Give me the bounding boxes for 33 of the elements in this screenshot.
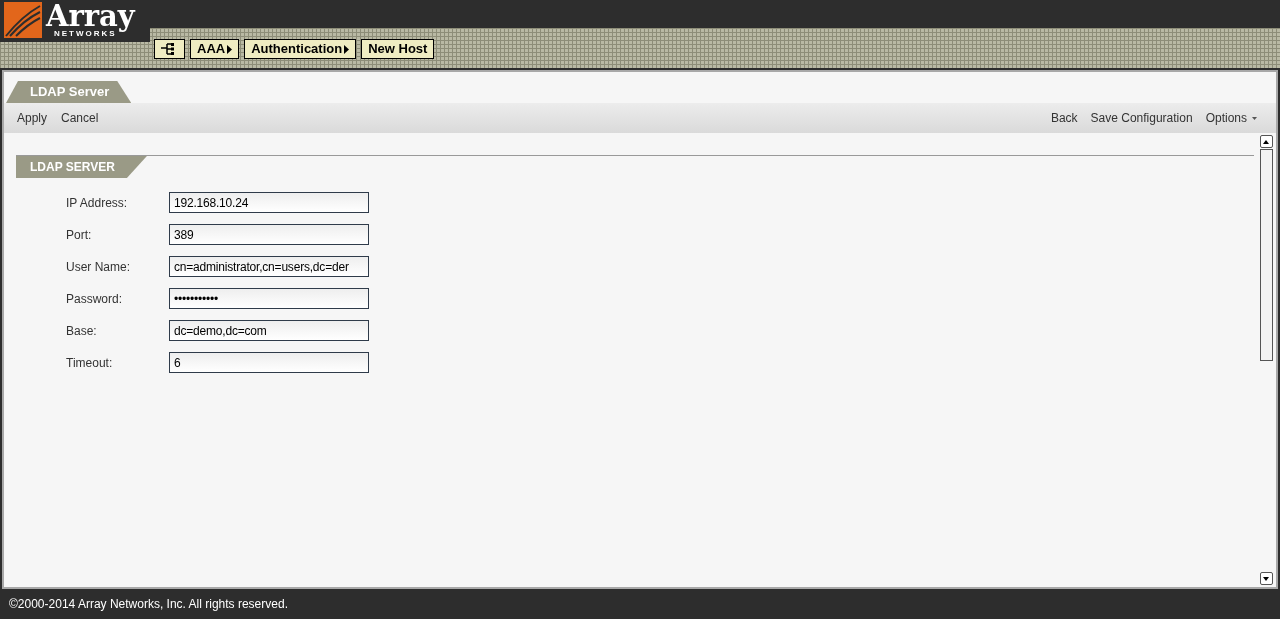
- caret-icon: [1252, 116, 1257, 120]
- field-label: User Name:: [66, 258, 131, 276]
- arrow-icon: [344, 44, 350, 54]
- section-header: LDAP SERVER: [16, 156, 147, 178]
- input-field[interactable]: 389: [169, 224, 369, 245]
- input-field[interactable]: 192.168.10.24: [169, 192, 369, 213]
- scroll-up-button[interactable]: [1259, 135, 1273, 148]
- field-label: Password:: [66, 290, 124, 308]
- copyright-text: ©2000-2014 Array Networks, Inc. All rights reserved.: [9, 596, 288, 613]
- breadcrumb-link[interactable]: AAA: [190, 39, 240, 59]
- breadcrumb-link[interactable]: New Host: [361, 39, 435, 59]
- arrow-icon: [227, 44, 233, 54]
- options-menu[interactable]: Options: [1205, 109, 1257, 127]
- field-label: Base:: [66, 322, 98, 340]
- home-button[interactable]: [154, 39, 185, 59]
- input-field[interactable]: •••••••••••: [169, 288, 369, 309]
- logo-text: Array: [46, 2, 135, 30]
- input-field[interactable]: dc=demo,dc=com: [169, 320, 369, 341]
- toolbar-link[interactable]: Save Configuration: [1090, 109, 1193, 127]
- up-arrow-icon: [1263, 139, 1269, 144]
- field-label: Timeout:: [66, 354, 114, 372]
- scroll-thumb[interactable]: [1259, 149, 1273, 361]
- input-field[interactable]: cn=administrator,cn=users,dc=der: [169, 256, 369, 277]
- scroll-down-button[interactable]: [1259, 572, 1273, 585]
- breadcrumb-link[interactable]: Authentication: [244, 39, 357, 59]
- input-field[interactable]: 6: [169, 352, 369, 373]
- logo-subtext: NETWORKS: [54, 30, 117, 38]
- down-arrow-icon: [1263, 576, 1269, 581]
- field-label: Port:: [66, 226, 93, 244]
- field-label: IP Address:: [66, 194, 129, 212]
- toolbar-link[interactable]: Apply: [17, 109, 48, 127]
- toolbar-link[interactable]: Back: [1050, 109, 1078, 127]
- toolbar-link[interactable]: Cancel: [61, 109, 99, 127]
